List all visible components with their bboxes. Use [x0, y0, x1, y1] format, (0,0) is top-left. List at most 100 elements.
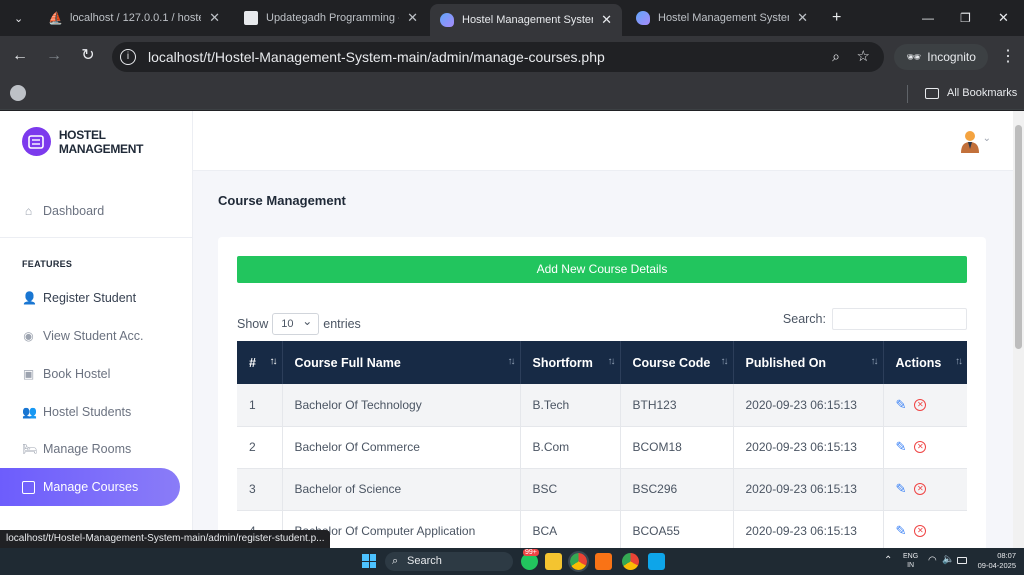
app-logo[interactable]: HOSTEL MANAGEMENT — [22, 127, 192, 156]
page-scrollbar[interactable] — [1013, 111, 1024, 548]
col-header-course-name[interactable]: Course Full Name ↑↓ — [282, 341, 521, 384]
window-close-icon[interactable]: ✕ — [988, 4, 1019, 32]
minimize-icon[interactable]: — — [912, 4, 944, 32]
search-input[interactable] — [832, 308, 967, 330]
all-bookmarks[interactable]: All Bookmarks — [947, 87, 1017, 99]
chrome-icon[interactable] — [568, 551, 589, 572]
restore-icon[interactable]: ❐ — [950, 4, 981, 32]
features-heading: FEATURES — [22, 259, 73, 269]
incognito-icon: 🕶 — [906, 50, 922, 64]
chrome-profile-icon[interactable] — [622, 553, 639, 570]
cell-actions: ✎ ✕ — [883, 426, 967, 469]
delete-icon[interactable]: ✕ — [914, 398, 927, 411]
chevron-down-icon[interactable]: ⌄ — [983, 133, 991, 144]
delete-icon[interactable]: ✕ — [914, 441, 927, 453]
page-title: Course Management — [218, 193, 346, 208]
taskbar-search[interactable]: ⌕ Search — [385, 552, 513, 571]
phpmyadmin-icon: ⛵ — [48, 11, 63, 25]
windows-start-icon[interactable] — [362, 554, 376, 568]
edit-icon[interactable]: ✎ — [896, 439, 907, 455]
sidebar-item-hostel-students[interactable]: 👥 Hostel Students — [22, 405, 131, 419]
globe-icon[interactable] — [10, 85, 26, 101]
tray-chevron-up-icon[interactable]: ⌃ — [884, 555, 892, 566]
sort-icon: ↑↓ — [720, 356, 729, 367]
sort-icon: ↑↓ — [269, 356, 278, 367]
edit-icon[interactable]: ✎ — [896, 481, 907, 497]
cell-shortform: B.Com — [520, 426, 621, 469]
edit-icon[interactable]: ✎ — [896, 397, 907, 413]
entries-select[interactable]: 10 — [272, 311, 320, 335]
volume-icon[interactable]: 🔈 — [942, 554, 954, 565]
browser-tab-strip: ⌄ ⛵ localhost / 127.0.0.1 / hostelm ✕ Up… — [0, 0, 1024, 36]
incognito-badge[interactable]: 🕶 Incognito — [894, 44, 988, 70]
delete-icon[interactable]: ✕ — [914, 483, 927, 495]
cell-num: 1 — [237, 384, 283, 427]
new-tab-button[interactable]: + — [822, 4, 846, 32]
cell-published-on: 2020-09-23 06:15:13 — [733, 510, 884, 548]
address-bar-row: ← → ↻ i localhost/t/Hostel-Management-Sy… — [0, 36, 1024, 78]
bookmark-star-icon[interactable]: ☆ — [857, 47, 870, 65]
tab-phpmyadmin[interactable]: ⛵ localhost / 127.0.0.1 / hostelm ✕ — [38, 4, 230, 32]
sidebar-item-book-hostel[interactable]: ▣ Book Hostel — [22, 366, 111, 381]
sidebar-item-register-student[interactable]: 👤 Register Student — [22, 291, 136, 305]
reload-icon[interactable]: ↻ — [78, 46, 98, 66]
sidebar-item-dashboard[interactable]: ⌂ Dashboard — [22, 204, 104, 218]
forward-icon[interactable]: → — [44, 46, 64, 66]
close-tab-icon[interactable]: ✕ — [601, 12, 612, 28]
language-indicator[interactable]: ENG IN — [903, 552, 918, 570]
courses-card: Add New Course Details Show 10 entries S… — [218, 237, 986, 548]
cell-actions: ✎ ✕ — [883, 468, 967, 511]
hostel-building-icon: ▣ — [22, 366, 35, 381]
sort-icon: ↑↓ — [507, 356, 516, 367]
cell-course-code: BTH123 — [620, 384, 734, 427]
close-tab-icon[interactable]: ✕ — [407, 10, 418, 26]
col-header-published-on[interactable]: Published On ↑↓ — [733, 341, 884, 384]
notification-badge: 99+ — [523, 549, 539, 556]
cell-shortform: BSC — [520, 468, 621, 511]
battery-icon[interactable] — [957, 557, 967, 564]
cell-course-name: Bachelor Of Technology — [282, 384, 521, 427]
folder-icon — [925, 88, 939, 99]
wifi-icon[interactable]: ◠ — [928, 555, 937, 566]
back-icon[interactable]: ← — [10, 46, 30, 66]
table-header-row: # ↑↓ Course Full Name ↑↓ Shortform ↑↓ Cours… — [237, 341, 967, 384]
users-icon: 👥 — [22, 404, 37, 419]
clock[interactable]: 08:07 09-04-2025 — [978, 551, 1016, 571]
scrollbar-thumb[interactable] — [1015, 125, 1022, 349]
close-tab-icon[interactable]: ✕ — [209, 10, 220, 26]
url-field[interactable]: i localhost/t/Hostel-Management-System-m… — [112, 42, 884, 72]
top-header: ⌄ — [193, 111, 1013, 171]
file-explorer-icon[interactable] — [545, 553, 562, 570]
cell-num: 2 — [237, 426, 283, 469]
close-tab-icon[interactable]: ✕ — [797, 10, 808, 26]
tab-search-button[interactable]: ⌄ — [4, 4, 34, 32]
tab-hostel-active[interactable]: Hostel Management System ✕ — [430, 4, 622, 36]
courses-icon — [22, 480, 35, 494]
zoom-icon[interactable]: ⌕ — [832, 48, 840, 65]
sidebar-item-manage-rooms[interactable]: 🛏 Manage Rooms — [22, 442, 131, 456]
web-page: ⌄ HOSTEL MANAGEMENT ⌂ Dashboard FEATURES… — [0, 111, 1013, 548]
vscode-icon[interactable] — [648, 553, 665, 570]
edit-icon[interactable]: ✎ — [896, 523, 907, 539]
sort-icon: ↑↓ — [607, 356, 616, 367]
add-course-button[interactable]: Add New Course Details — [237, 256, 967, 283]
hostel-favicon-icon — [440, 13, 454, 27]
more-menu-icon[interactable]: ⋮ — [1000, 46, 1016, 66]
sidebar-item-manage-courses[interactable]: Manage Courses — [0, 468, 180, 506]
xampp-icon[interactable] — [595, 553, 612, 570]
user-avatar[interactable] — [959, 129, 981, 153]
user-circle-icon: ◉ — [23, 328, 34, 343]
sidebar-item-view-student-acc[interactable]: ◉ View Student Acc. — [22, 328, 143, 343]
col-header-num[interactable]: # ↑↓ — [237, 341, 283, 384]
col-header-actions[interactable]: Actions ↑↓ — [883, 341, 967, 384]
tab-updategadh[interactable]: Updategadh Programming - ✕ — [234, 4, 428, 32]
cell-course-name: Bachelor Of Commerce — [282, 426, 521, 469]
site-info-icon[interactable]: i — [120, 49, 136, 65]
col-header-shortform[interactable]: Shortform ↑↓ — [520, 341, 621, 384]
cell-num: 3 — [237, 468, 283, 511]
col-header-course-code[interactable]: Course Code ↑↓ — [620, 341, 734, 384]
delete-icon[interactable]: ✕ — [914, 525, 927, 537]
sort-icon: ↑↓ — [955, 356, 963, 367]
tab-hostel[interactable]: Hostel Management System ✕ — [626, 4, 818, 32]
table-search: Search: — [783, 308, 967, 330]
